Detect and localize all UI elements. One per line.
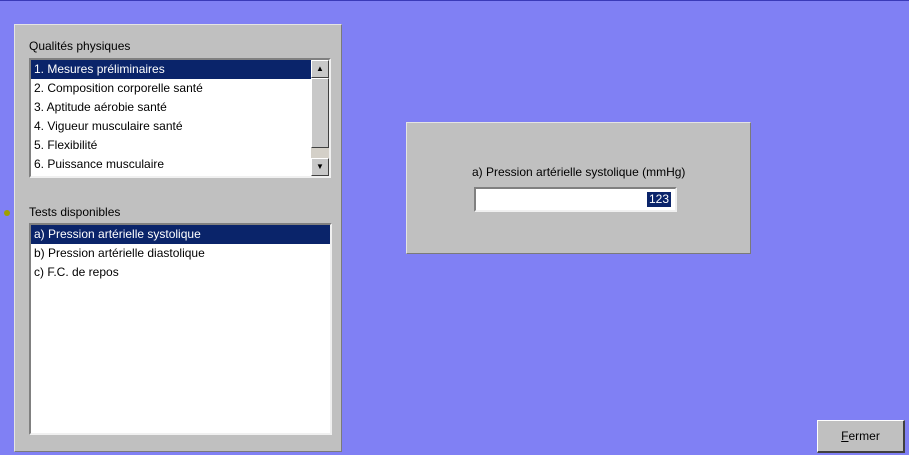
- close-button[interactable]: Fermer: [817, 420, 905, 453]
- tests-label: Tests disponibles: [29, 205, 121, 219]
- tests-items: a) Pression artérielle systolique b) Pre…: [31, 225, 330, 433]
- qualites-item-4[interactable]: 4. Vigueur musculaire santé: [31, 117, 311, 136]
- measurement-panel: a) Pression artérielle systolique (mmHg)…: [406, 122, 751, 254]
- qualites-listbox[interactable]: 1. Mesures préliminaires 2. Composition …: [29, 58, 331, 178]
- qualites-items: 1. Mesures préliminaires 2. Composition …: [31, 60, 311, 176]
- qualites-item-5[interactable]: 5. Flexibilité: [31, 136, 311, 155]
- measurement-label: a) Pression artérielle systolique (mmHg): [472, 165, 686, 179]
- scroll-up-arrow-icon[interactable]: ▲: [311, 60, 329, 78]
- edge-marker: [4, 210, 10, 216]
- qualites-item-6[interactable]: 6. Puissance musculaire: [31, 155, 311, 174]
- tests-item-a[interactable]: a) Pression artérielle systolique: [31, 225, 330, 244]
- qualites-item-2[interactable]: 2. Composition corporelle santé: [31, 79, 311, 98]
- scroll-thumb[interactable]: [311, 78, 329, 148]
- measurement-input[interactable]: 123: [474, 187, 677, 212]
- tests-listbox[interactable]: a) Pression artérielle systolique b) Pre…: [29, 223, 332, 435]
- qualites-item-1[interactable]: 1. Mesures préliminaires: [31, 60, 311, 79]
- close-button-accelerator: F: [841, 429, 849, 443]
- close-button-label: ermer: [848, 429, 880, 443]
- tests-item-c[interactable]: c) F.C. de repos: [31, 263, 330, 282]
- qualites-item-3[interactable]: 3. Aptitude aérobie santé: [31, 98, 311, 117]
- qualites-scrollbar[interactable]: ▲ ▼: [311, 60, 329, 176]
- tests-item-b[interactable]: b) Pression artérielle diastolique: [31, 244, 330, 263]
- left-panel: Qualités physiques 1. Mesures préliminai…: [14, 24, 342, 452]
- top-border: [0, 0, 909, 1]
- measurement-value: 123: [646, 192, 671, 207]
- qualites-label: Qualités physiques: [29, 39, 131, 53]
- scroll-down-arrow-icon[interactable]: ▼: [311, 158, 329, 176]
